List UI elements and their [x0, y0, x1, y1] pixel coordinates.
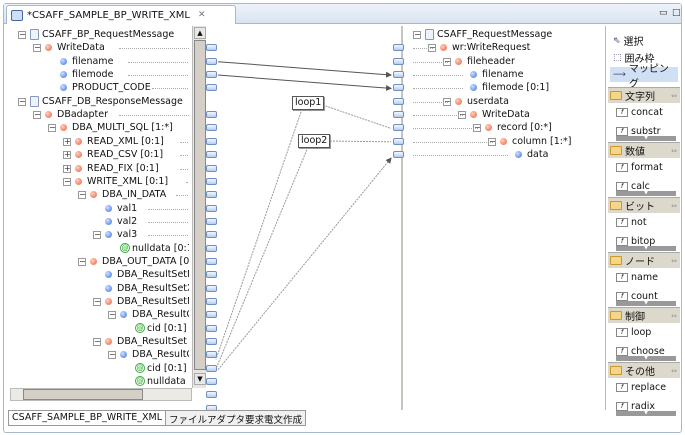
loop2-input-line[interactable]	[215, 146, 309, 369]
loop1-output-line[interactable]	[316, 102, 392, 129]
folder-icon	[610, 91, 622, 100]
palette-drawer-header[interactable]: 数値 ⇔	[608, 142, 680, 158]
palette-tool-label: 選択	[623, 37, 644, 48]
drawer-scroll-down-icon[interactable]: ▼	[616, 191, 676, 196]
mapping-filename[interactable]	[217, 61, 392, 78]
mapping-editor: *CSAFF_SAMPLE_BP_WRITE_XML ✕ ▭ □ − CSAFF_…	[3, 3, 682, 433]
loop1-function-node[interactable]: loop1	[292, 96, 325, 110]
palette-function-item[interactable]: f not	[616, 217, 647, 228]
palette-drawer-header[interactable]: ビット ⇔	[608, 197, 680, 213]
mapping-filemode[interactable]	[217, 74, 392, 92]
folder-icon	[610, 201, 622, 210]
drawer-label: その他	[625, 367, 655, 378]
function-icon: f	[616, 273, 628, 282]
arrow-icon: ⟶	[613, 69, 626, 80]
function-icon: f	[616, 127, 628, 136]
collapse-drawer-icon[interactable]: ⇔	[671, 312, 677, 320]
collapse-drawer-icon[interactable]: ⇔	[671, 147, 677, 155]
bottom-tabs: CSAFF_SAMPLE_BP_WRITE_XML ファイルアダプタ要求電文作成	[8, 410, 307, 426]
palette-function-item[interactable]: f format	[616, 162, 663, 173]
drawer-scroll-down-icon[interactable]: ▼	[616, 136, 676, 141]
function-label: loop	[631, 327, 652, 338]
drawer-label: ビット	[625, 202, 655, 213]
palette-drawer-header[interactable]: 文字列 ⇔	[608, 87, 680, 103]
function-icon: f	[616, 402, 628, 411]
palette-function-item[interactable]: f name	[616, 272, 658, 283]
palette-function-item[interactable]: f replace	[616, 382, 666, 393]
folder-icon	[610, 311, 622, 320]
drawer-scroll-down-icon[interactable]: ▼	[616, 246, 676, 251]
function-icon: f	[616, 218, 628, 227]
collapse-drawer-icon[interactable]: ⇔	[671, 367, 677, 375]
mapping-data[interactable]	[217, 157, 392, 371]
bottom-tab-0[interactable]: CSAFF_SAMPLE_BP_WRITE_XML	[8, 410, 167, 426]
function-label: not	[631, 217, 647, 228]
function-icon: f	[616, 163, 628, 172]
drawer-label: 数値	[625, 147, 645, 158]
marquee-icon: ⬚	[613, 52, 622, 63]
function-icon: f	[616, 328, 628, 337]
mapping-lines	[215, 61, 392, 371]
drawer-label: 制御	[625, 312, 645, 323]
palette-function-item[interactable]: f concat	[616, 107, 663, 118]
drawer-label: 文字列	[625, 92, 655, 103]
folder-icon	[610, 256, 622, 265]
collapse-drawer-icon[interactable]: ⇔	[671, 202, 677, 210]
loop1-input-line[interactable]	[215, 108, 303, 360]
function-icon: f	[616, 108, 628, 117]
palette-function-item[interactable]: f loop	[616, 327, 651, 338]
drawer-scroll-down-icon[interactable]: ▼	[616, 411, 676, 416]
drawer-label: ノード	[625, 257, 655, 268]
palette-drawer-header[interactable]: その他 ⇔	[608, 362, 680, 378]
drawer-scroll-down-icon[interactable]: ▼	[616, 356, 676, 361]
drawer-scroll-down-icon[interactable]: ▼	[616, 301, 676, 306]
function-icon: f	[616, 237, 628, 246]
collapse-drawer-icon[interactable]: ⇔	[671, 92, 677, 100]
collapse-drawer-icon[interactable]: ⇔	[671, 257, 677, 265]
palette-tool[interactable]: ⇖ 選択	[610, 33, 678, 49]
function-icon: f	[616, 383, 628, 392]
palette-tool-label: マッピング	[628, 63, 669, 90]
palette-drawer-header[interactable]: ノード ⇔	[608, 252, 680, 268]
loop2-function-node[interactable]: loop2	[298, 134, 331, 148]
function-label: format	[631, 162, 663, 173]
palette-drawer-header[interactable]: 制御 ⇔	[608, 307, 680, 323]
function-label: concat	[631, 107, 663, 118]
loop2-output-line[interactable]	[323, 140, 392, 143]
function-icon: f	[616, 292, 628, 301]
palette-tool[interactable]: ⟶ マッピング	[610, 64, 678, 90]
bottom-tab-1[interactable]: ファイルアダプタ要求電文作成	[166, 410, 307, 426]
function-icon: f	[616, 182, 628, 191]
palette: ⇖ 選択 ⬚ 囲み枠 ⟶ マッピング 文字列 ⇔ f concat f substr ▼ 数値 ⇔ f form…	[605, 26, 681, 416]
pointer-icon: ⇖	[613, 35, 621, 46]
function-label: name	[631, 272, 658, 283]
function-label: replace	[631, 382, 667, 393]
function-icon: f	[616, 347, 628, 356]
folder-icon	[610, 366, 622, 375]
folder-icon	[610, 146, 622, 155]
